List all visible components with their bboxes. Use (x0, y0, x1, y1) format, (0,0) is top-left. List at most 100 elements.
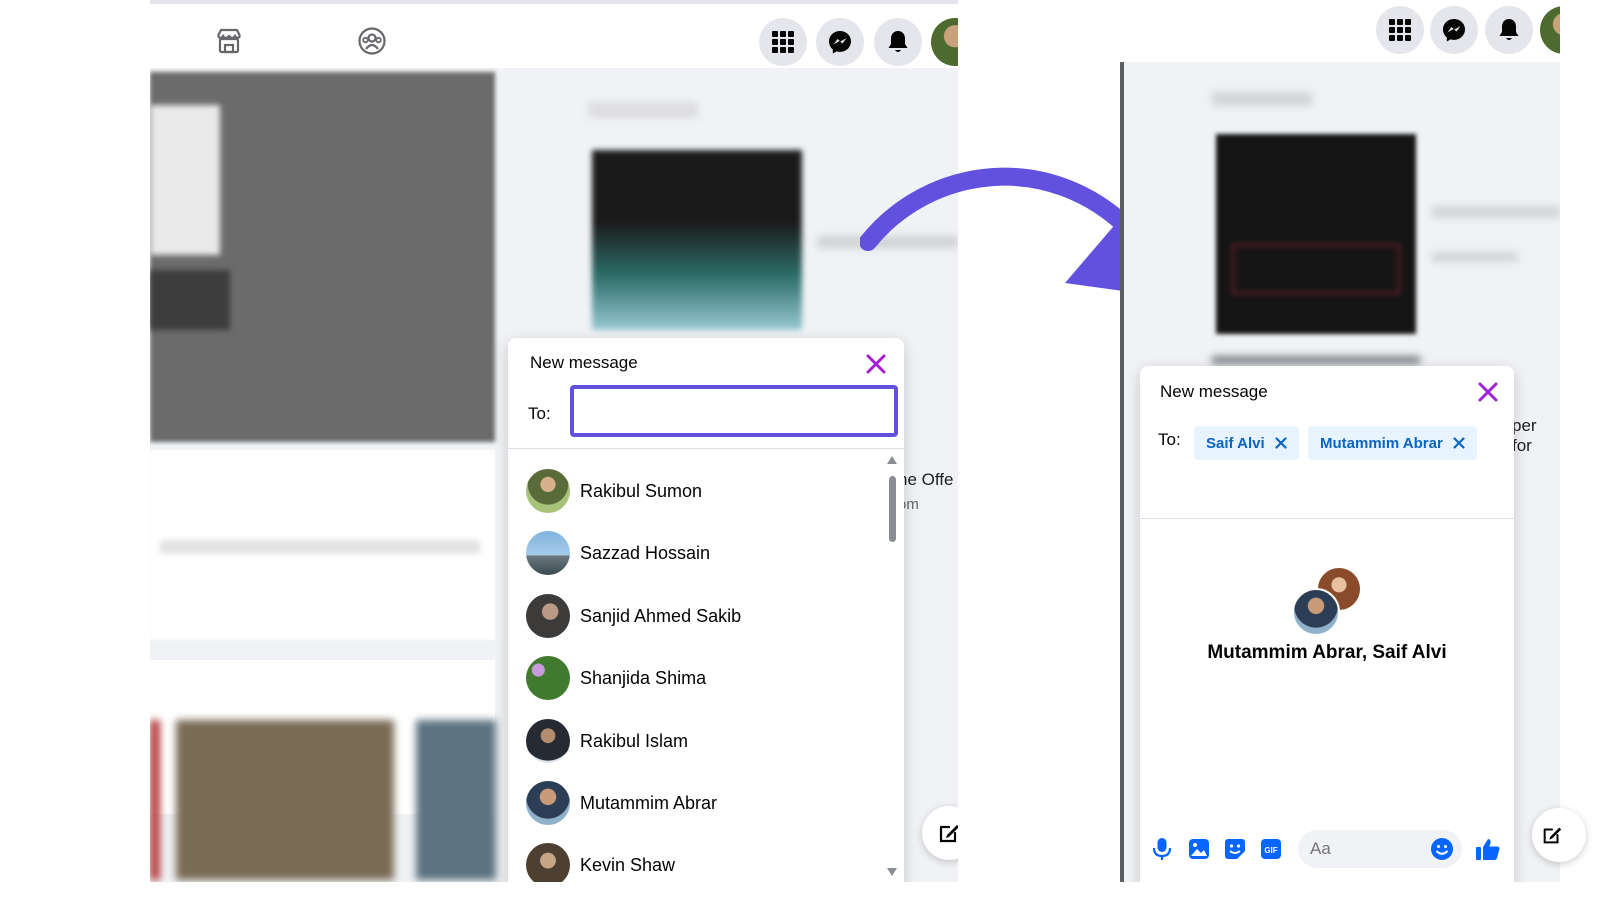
group-avatar (1292, 566, 1366, 636)
remove-recipient-icon[interactable] (1275, 437, 1287, 449)
contact-name: Rakibul Islam (580, 730, 689, 751)
divider (1140, 518, 1514, 519)
avatar (526, 656, 570, 700)
scroll-down-icon[interactable] (887, 868, 897, 876)
messenger-button[interactable] (1430, 6, 1478, 54)
contact-name: Rakibul Sumon (580, 480, 703, 501)
recipient-chip-label: Mutammim Abrar (1320, 434, 1443, 452)
blurred-ad-text (1432, 206, 1560, 218)
blurred-video-caption (150, 270, 230, 330)
avatar (526, 843, 570, 882)
avatar (526, 719, 570, 763)
message-composer[interactable] (1298, 830, 1462, 868)
close-icon[interactable] (864, 352, 888, 376)
photo-icon (1189, 839, 1209, 859)
scroll-thumb[interactable] (889, 476, 896, 542)
blurred-photo (176, 720, 394, 880)
gif-icon: GIF (1261, 839, 1281, 859)
group-conversation-name: Mutammim Abrar, Saif Alvi (1207, 642, 1447, 663)
sticker-button[interactable] (1222, 836, 1248, 862)
new-message-panel: New message To: Rakibul Sumon Sazzad Hos… (508, 338, 904, 882)
voice-clip-button[interactable] (1149, 836, 1175, 862)
groups-icon[interactable] (357, 26, 387, 56)
right-edge-strip (1120, 62, 1124, 882)
sticker-icon (1225, 839, 1245, 859)
bell-icon (888, 31, 908, 52)
to-label: To: (1158, 430, 1181, 449)
recipient-chip-label: Saif Alvi (1206, 434, 1265, 452)
recipient-search-input[interactable] (570, 385, 898, 437)
profile-avatar[interactable] (931, 18, 958, 66)
blurred-bar (1212, 356, 1420, 364)
remove-recipient-icon[interactable] (1453, 437, 1465, 449)
divider (508, 448, 904, 449)
new-message-title: New message (1160, 382, 1268, 401)
blurred-ad-element (1232, 244, 1400, 294)
gif-button[interactable]: GIF (1258, 836, 1284, 862)
thumbs-up-icon (1476, 839, 1500, 860)
messenger-icon (1443, 19, 1465, 42)
recipient-chip[interactable]: Mutammim Abrar (1308, 426, 1477, 460)
attach-photo-button[interactable] (1186, 836, 1212, 862)
blurred-post-card (150, 450, 495, 640)
blurred-ad-subtext (1432, 252, 1518, 262)
blurred-ad-image (1216, 134, 1416, 334)
right-top-nav (1120, 0, 1560, 62)
profile-avatar[interactable] (1540, 6, 1560, 54)
messenger-button[interactable] (816, 18, 864, 66)
avatar (526, 594, 570, 638)
blurred-photo (416, 720, 496, 880)
grid-menu-icon (772, 31, 794, 53)
contact-name: Sanjid Ahmed Sakib (580, 605, 742, 626)
contact-name: Mutammim Abrar (580, 792, 718, 813)
menu-button[interactable] (759, 18, 807, 66)
menu-button[interactable] (1376, 6, 1424, 54)
compose-icon (939, 825, 958, 843)
right-screen: per for New message To: Saif Alvi Mutamm… (1120, 0, 1560, 882)
grid-menu-icon (1389, 19, 1411, 41)
svg-text:GIF: GIF (1264, 846, 1277, 855)
blurred-photos-row (150, 660, 496, 880)
scroll-up-icon[interactable] (887, 456, 897, 464)
contact-item[interactable]: Shanjida Shima (526, 653, 706, 703)
avatar (526, 531, 570, 575)
contact-item[interactable]: Mutammim Abrar (526, 778, 717, 828)
contact-item[interactable]: Rakibul Islam (526, 716, 688, 766)
new-message-title: New message (530, 353, 638, 372)
left-top-nav (150, 0, 958, 68)
contact-item[interactable]: Sanjid Ahmed Sakib (526, 591, 741, 641)
microphone-icon (1152, 838, 1172, 860)
comparison-stage: ne Offe om New message To: Rakibul Sumon… (0, 0, 1600, 900)
contact-name: Kevin Shaw (580, 854, 676, 875)
emoji-icon[interactable] (1430, 837, 1454, 861)
blurred-ad-image (592, 150, 802, 330)
recipient-chip[interactable]: Saif Alvi (1194, 426, 1299, 460)
bell-icon (1499, 19, 1519, 40)
message-input[interactable] (1310, 838, 1420, 860)
blurred-photo (150, 720, 160, 880)
contact-name: Shanjida Shima (580, 667, 707, 688)
scrollbar[interactable] (886, 456, 898, 882)
marketplace-icon[interactable] (214, 26, 244, 56)
notifications-button[interactable] (1485, 6, 1533, 54)
contact-item[interactable]: Kevin Shaw (526, 840, 675, 882)
peek-text: per for (1512, 416, 1537, 455)
left-screen: ne Offe om New message To: Rakibul Sumon… (150, 0, 958, 882)
like-button[interactable] (1474, 836, 1502, 862)
avatar (1292, 588, 1340, 636)
contact-item[interactable]: Rakibul Sumon (526, 466, 702, 516)
blurred-sponsored-label (1212, 92, 1312, 106)
notifications-button[interactable] (874, 18, 922, 66)
blurred-post-text (160, 540, 480, 554)
blurred-video-element (150, 105, 220, 255)
contact-name: Sazzad Hossain (580, 542, 711, 563)
to-label: To: (528, 404, 551, 423)
close-icon[interactable] (1476, 380, 1500, 404)
compose-button[interactable] (1532, 808, 1586, 862)
avatar (526, 469, 570, 513)
avatar (526, 781, 570, 825)
blurred-sponsored-label (588, 102, 698, 118)
peek-text: ne Offe (898, 470, 954, 489)
contact-item[interactable]: Sazzad Hossain (526, 528, 710, 578)
messenger-icon (829, 31, 851, 54)
